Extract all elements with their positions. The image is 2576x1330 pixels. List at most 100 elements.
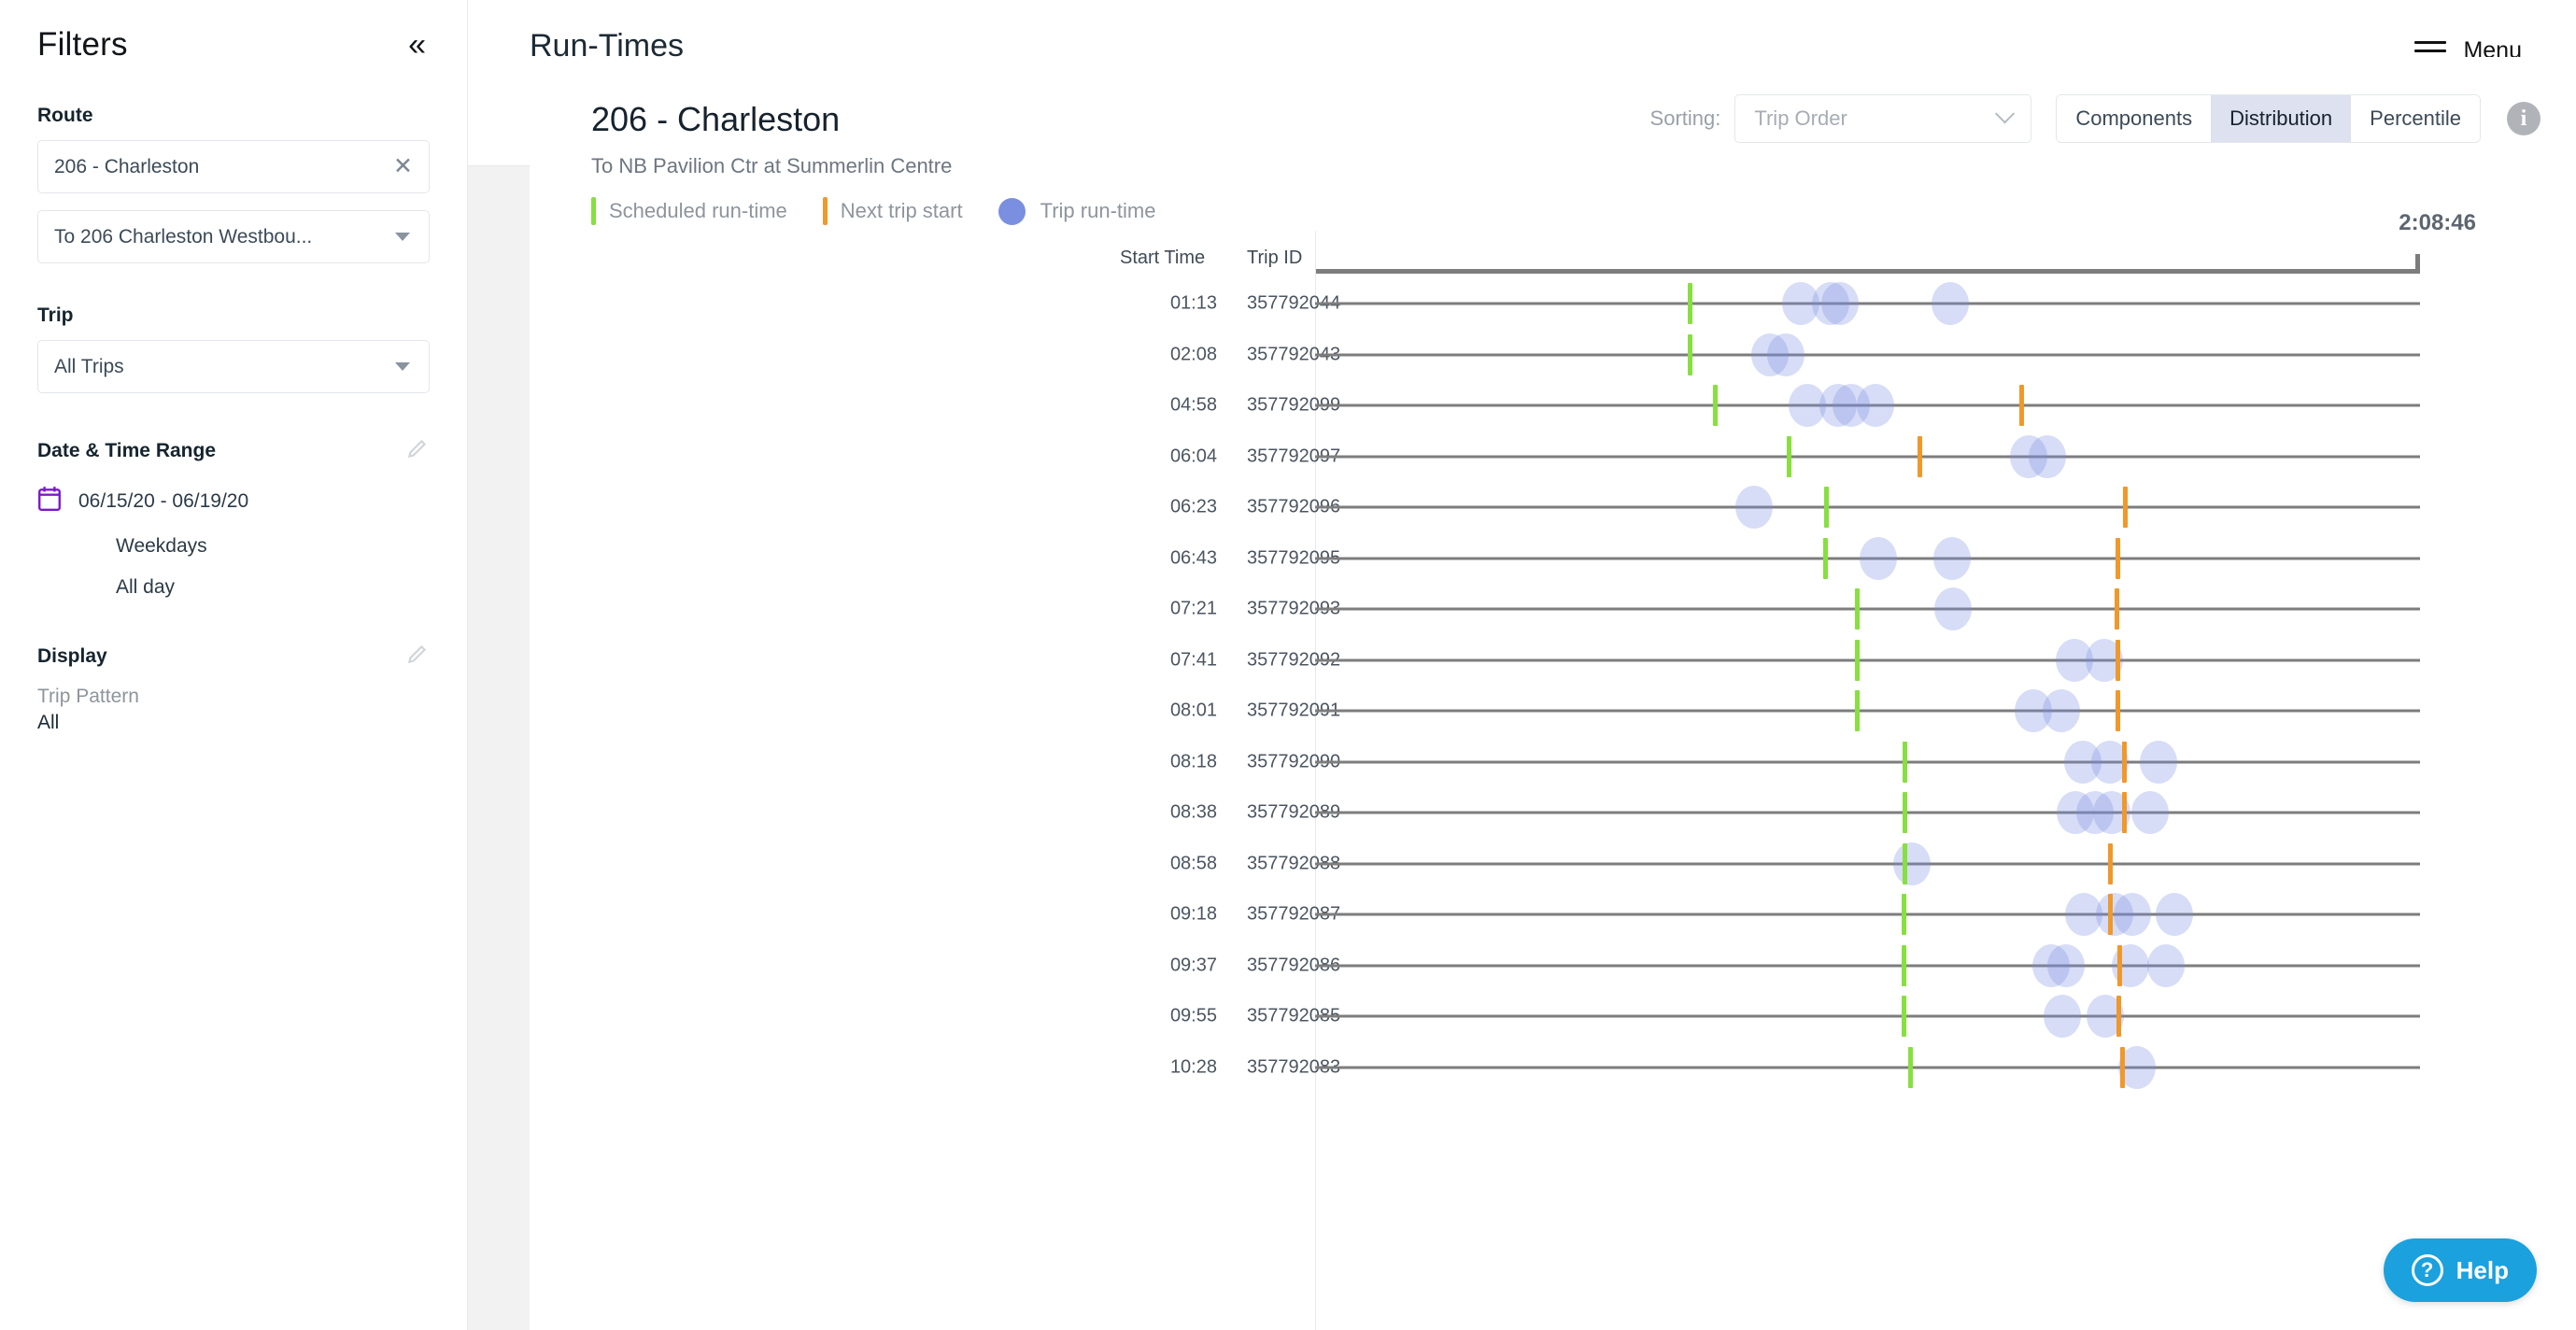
chart-row[interactable]: 08:01357792091 (530, 686, 2576, 737)
next-trip-start-tick[interactable] (2108, 894, 2113, 935)
next-trip-start-tick[interactable] (2116, 996, 2121, 1037)
next-trip-start-tick[interactable] (2120, 1047, 2125, 1088)
question-circle-icon: ? (2412, 1254, 2443, 1286)
scheduled-runtime-tick[interactable] (1908, 1047, 1913, 1088)
chart-row[interactable]: 09:55357792085 (530, 991, 2576, 1042)
row-baseline (1315, 1015, 2420, 1018)
sorting-select[interactable]: Trip Order (1734, 94, 2031, 143)
chart-row[interactable]: 04:58357792099 (530, 380, 2576, 432)
trip-runtime-dot[interactable] (2156, 893, 2193, 936)
chart-row[interactable]: 06:43357792095 (530, 533, 2576, 585)
row-start-time: 08:58 (1120, 853, 1217, 874)
direction-select[interactable]: To 206 Charleston Westbou... (37, 210, 430, 263)
next-trip-start-tick[interactable] (2122, 742, 2127, 783)
close-icon[interactable]: ✕ (393, 155, 413, 178)
trip-runtime-dot[interactable] (1857, 384, 1894, 427)
help-button[interactable]: ? Help (2384, 1238, 2537, 1302)
scheduled-runtime-tick[interactable] (1823, 538, 1828, 579)
trip-runtime-dot[interactable] (2131, 791, 2169, 834)
date-range-row[interactable]: 06/15/20 - 06/19/20 (0, 486, 467, 516)
next-trip-start-tick[interactable] (2116, 538, 2120, 579)
sorting-label: Sorting: (1650, 106, 1721, 131)
chart-row[interactable]: 06:23357792096 (530, 482, 2576, 533)
trip-runtime-dot[interactable] (2140, 741, 2177, 784)
row-start-time: 08:18 (1120, 751, 1217, 772)
scheduled-runtime-tick[interactable] (1855, 640, 1860, 681)
row-baseline (1315, 862, 2420, 865)
scheduled-runtime-tick[interactable] (1903, 792, 1907, 833)
trip-runtime-dot[interactable] (2044, 995, 2081, 1038)
next-trip-start-tick[interactable] (2117, 945, 2122, 986)
next-trip-start-tick[interactable] (2122, 792, 2127, 833)
scheduled-runtime-tick[interactable] (1902, 945, 1906, 986)
trip-runtime-marker-icon (998, 198, 1026, 225)
card-header-controls: Sorting: Trip Order Components Distribut… (1650, 94, 2541, 143)
scheduled-runtime-tick[interactable] (1903, 843, 1907, 884)
trip-runtime-dot[interactable] (1933, 537, 1971, 580)
next-trip-start-tick[interactable] (2108, 843, 2113, 884)
trip-runtime-dot[interactable] (1932, 282, 1969, 325)
trip-runtime-dot[interactable] (2147, 944, 2185, 987)
legend-label-trip-runtime: Trip run-time (1040, 199, 1156, 223)
scheduled-runtime-tick[interactable] (1688, 334, 1692, 375)
route-select[interactable]: 206 - Charleston ✕ (37, 140, 430, 193)
scheduled-runtime-tick[interactable] (1824, 487, 1829, 528)
date-time-label: Date & Time Range (37, 440, 216, 462)
trip-runtime-dot[interactable] (1860, 537, 1897, 580)
calendar-icon (37, 486, 78, 516)
chart-row[interactable]: 06:04357792097 (530, 432, 2576, 483)
chart-legend: Scheduled run-time Next trip start Trip … (591, 197, 2576, 225)
trip-runtime-dot[interactable] (1934, 587, 1972, 630)
chart-row[interactable]: 02:08357792043 (530, 330, 2576, 381)
row-start-time: 01:13 (1120, 293, 1217, 315)
next-trip-start-tick[interactable] (1918, 436, 1922, 477)
scheduled-runtime-tick[interactable] (1903, 742, 1907, 783)
info-icon[interactable]: i (2507, 102, 2541, 135)
trip-runtime-dot[interactable] (1893, 842, 1931, 885)
next-trip-start-tick[interactable] (2115, 588, 2119, 630)
caret-down-icon (395, 362, 410, 371)
chart-row[interactable]: 07:21357792093 (530, 584, 2576, 635)
trip-runtime-dot[interactable] (2043, 689, 2080, 732)
next-trip-start-tick[interactable] (2116, 690, 2120, 731)
legend-label-next-trip: Next trip start (841, 199, 963, 223)
chevron-down-icon (1995, 104, 2015, 123)
view-mode-distribution[interactable]: Distribution (2211, 95, 2351, 142)
trip-select[interactable]: All Trips (37, 340, 430, 393)
direction-value: To 206 Charleston Westbou... (54, 226, 312, 248)
pencil-icon[interactable] (405, 642, 430, 671)
trip-runtime-dot[interactable] (2114, 893, 2151, 936)
scheduled-runtime-tick[interactable] (1855, 690, 1860, 731)
chart-row[interactable]: 07:41357792092 (530, 635, 2576, 686)
next-trip-start-tick[interactable] (2116, 640, 2120, 681)
view-mode-percentile[interactable]: Percentile (2351, 95, 2480, 142)
view-mode-components[interactable]: Components (2057, 95, 2211, 142)
card-header: 206 - Charleston To NB Pavilion Ctr at S… (530, 57, 2576, 225)
next-trip-start-tick[interactable] (2123, 487, 2128, 528)
scheduled-runtime-tick[interactable] (1787, 436, 1791, 477)
scheduled-runtime-tick[interactable] (1855, 588, 1860, 630)
row-start-time: 06:04 (1120, 446, 1217, 467)
next-trip-start-tick[interactable] (2019, 385, 2024, 426)
trip-runtime-dot[interactable] (1735, 486, 1773, 529)
chart-row[interactable]: 08:58357792088 (530, 839, 2576, 890)
scheduled-runtime-tick[interactable] (1902, 894, 1906, 935)
scheduled-runtime-tick[interactable] (1713, 385, 1718, 426)
pencil-icon[interactable] (405, 436, 430, 465)
chevron-double-left-icon[interactable]: « (404, 29, 430, 61)
trip-runtime-dot[interactable] (1821, 282, 1859, 325)
chart-row[interactable]: 09:37357792086 (530, 941, 2576, 992)
chart-row[interactable]: 08:18357792090 (530, 737, 2576, 788)
trip-runtime-dot[interactable] (2047, 944, 2085, 987)
scheduled-runtime-tick[interactable] (1902, 996, 1906, 1037)
analysis-card: 206 - Charleston To NB Pavilion Ctr at S… (530, 57, 2576, 1330)
chart-row[interactable]: 10:28357792083 (530, 1042, 2576, 1094)
trip-runtime-dot[interactable] (1767, 333, 1805, 376)
row-start-time: 08:01 (1120, 700, 1217, 722)
chart-row[interactable]: 09:18357792087 (530, 889, 2576, 941)
trip-runtime-dot[interactable] (2029, 435, 2066, 478)
scheduled-runtime-tick[interactable] (1688, 283, 1692, 324)
chart-row[interactable]: 08:38357792089 (530, 787, 2576, 839)
chart-row[interactable]: 01:13357792044 (530, 278, 2576, 330)
date-range-value: 06/15/20 - 06/19/20 (78, 490, 248, 513)
